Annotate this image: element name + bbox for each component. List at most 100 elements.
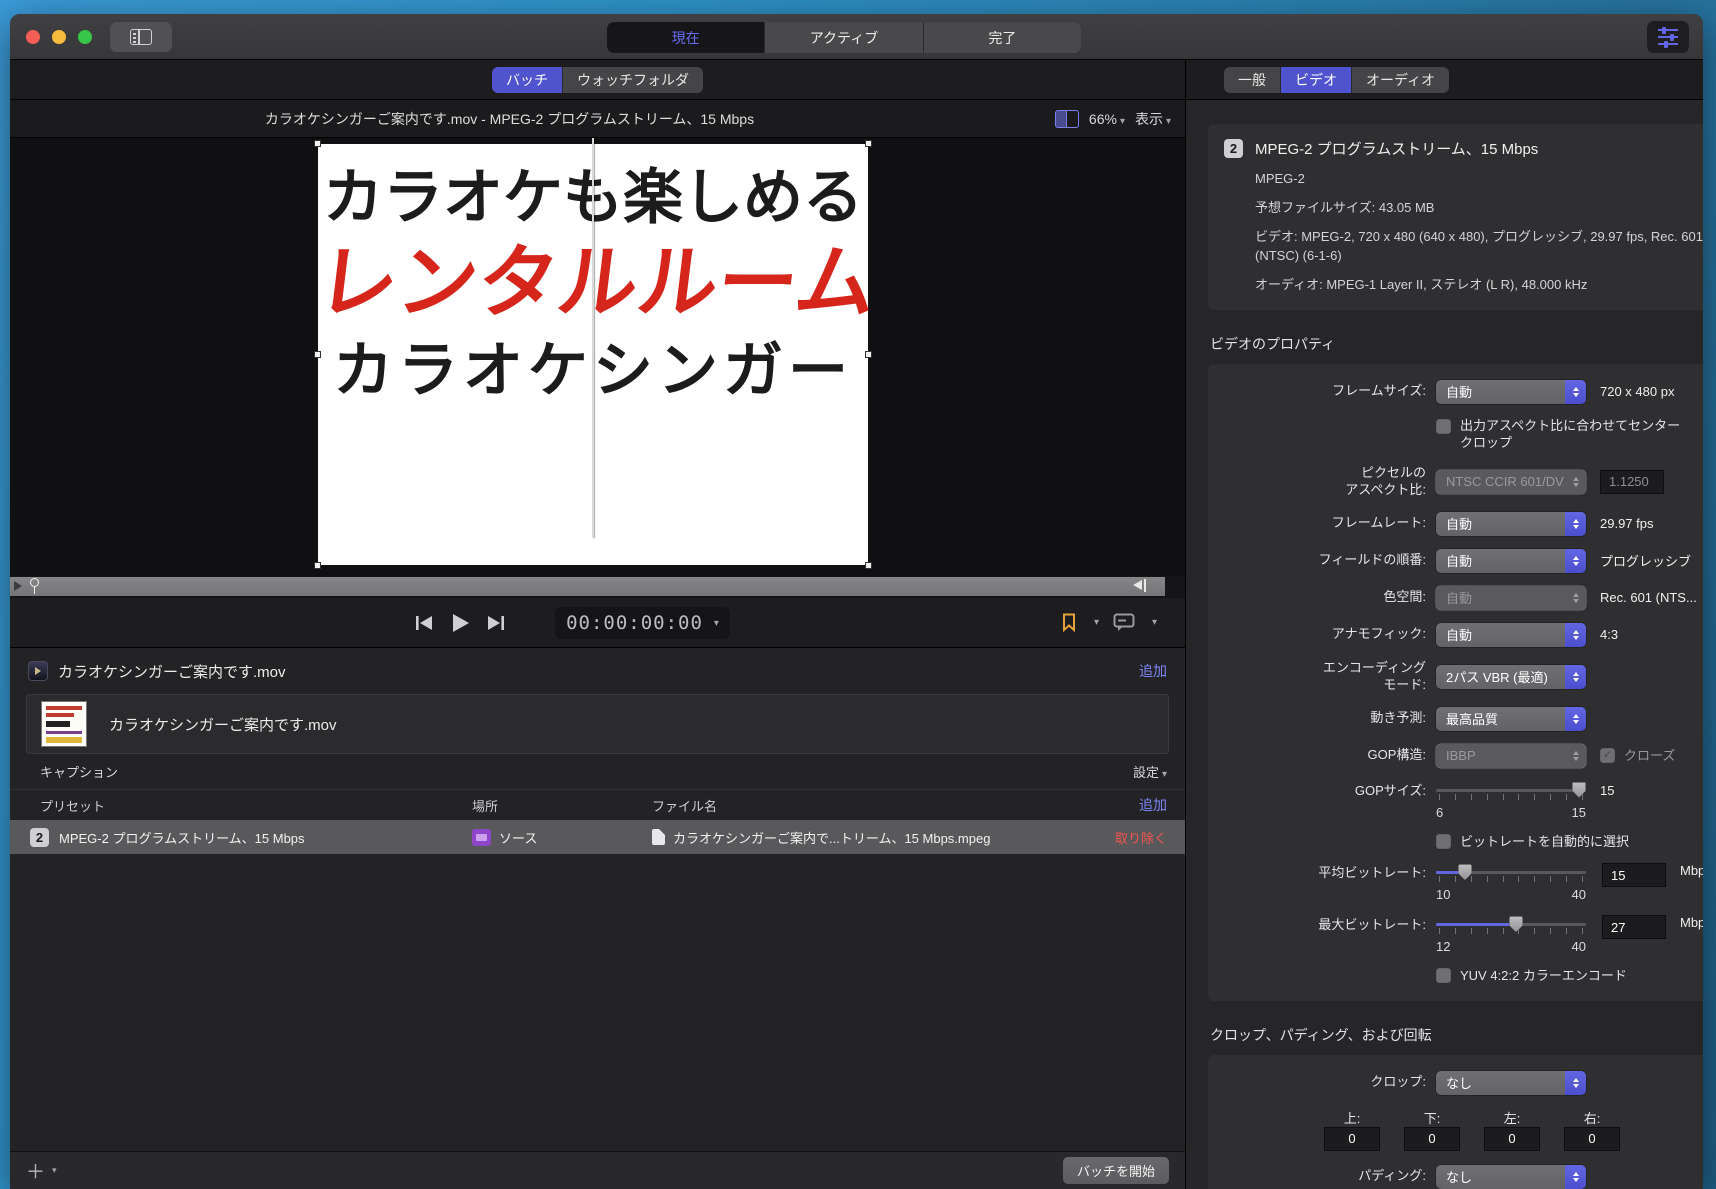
summary-format: MPEG-2	[1255, 170, 1703, 188]
avg-bitrate-slider[interactable]	[1436, 863, 1586, 883]
gop-closed-checkbox	[1600, 748, 1615, 763]
preset-name: MPEG-2 プログラムストリーム、15 Mbps	[59, 828, 305, 847]
selection-handle[interactable]	[314, 351, 321, 358]
yuv422-label: YUV 4:2:2 カラーエンコード	[1460, 967, 1627, 985]
zoom-level-dropdown[interactable]: 66%▾	[1089, 111, 1125, 127]
timeline-scrubber[interactable]	[10, 576, 1185, 598]
zoom-window-button[interactable]	[78, 30, 92, 44]
selection-handle[interactable]	[865, 351, 872, 358]
summary-count-badge: 2	[1224, 139, 1243, 158]
tab-batch[interactable]: バッチ	[492, 67, 563, 93]
inspector-pane: 一般 ビデオ オーディオ 2 MPEG-2 プログラムストリーム、15 Mbps…	[1186, 60, 1703, 1189]
inspector-tab-strip: 一般 ビデオ オーディオ	[1186, 60, 1703, 100]
caption-chevron-icon[interactable]: ▾	[1152, 617, 1157, 628]
gop-size-label: GOPサイズ:	[1224, 781, 1436, 800]
preset-row-selected[interactable]: 2 MPEG-2 プログラムストリーム、15 Mbps ソース カラオケシンガー…	[10, 820, 1185, 854]
split-view-icon[interactable]	[1055, 110, 1079, 128]
segment-completed[interactable]: 完了	[924, 22, 1081, 53]
popup-stepper-icon	[1565, 1071, 1586, 1095]
title-bar: 現在 アクティブ 完了	[10, 14, 1703, 60]
frame-rate-label: フレームレート:	[1224, 515, 1436, 532]
timecode-value: 00:00:00:00	[566, 612, 703, 634]
gop-size-slider[interactable]	[1436, 781, 1586, 801]
video-properties-card: フレームサイズ: 自動 720 x 480 px	[1208, 364, 1703, 1001]
video-preview-canvas[interactable]: カラオケも楽しめる レンタルルーム カラオケシンガー	[318, 144, 868, 565]
job-card[interactable]: カラオケシンガーご案内です.mov	[26, 694, 1169, 754]
gop-structure-label: GOP構造:	[1224, 747, 1436, 764]
padding-popup[interactable]: なし	[1436, 1165, 1586, 1189]
padding-label: パディング:	[1224, 1168, 1436, 1185]
output-file-icon	[652, 829, 665, 845]
compare-split-divider[interactable]	[592, 138, 594, 538]
inspector-toggle-button[interactable]	[1647, 21, 1689, 53]
selection-handle[interactable]	[865, 140, 872, 147]
preview-area: カラオケも楽しめる レンタルルーム カラオケシンガー	[10, 138, 1185, 576]
anamorphic-popup[interactable]: 自動	[1436, 623, 1586, 647]
location-folder-icon	[472, 829, 491, 846]
crop-right-label: 右:	[1584, 1111, 1601, 1126]
selection-handle[interactable]	[314, 140, 321, 147]
add-output-link[interactable]: 追加	[1139, 661, 1167, 681]
minimize-window-button[interactable]	[52, 30, 66, 44]
scrubber-start-marker-icon	[14, 581, 27, 591]
segment-active[interactable]: アクティブ	[765, 22, 923, 53]
color-space-detail: Rec. 601 (NTS...	[1600, 590, 1697, 605]
scrubber-track[interactable]	[10, 577, 1165, 596]
summary-video-info: ビデオ: MPEG-2, 720 x 480 (640 x 480), プログレ…	[1255, 228, 1703, 264]
batch-list: カラオケシンガーご案内です.mov 追加 カラオケシンガーご案内です.mov キ…	[10, 648, 1185, 1189]
popup-stepper-icon	[1565, 380, 1586, 404]
caption-settings-dropdown[interactable]: 設定▾	[1133, 762, 1167, 781]
crop-popup[interactable]: なし	[1436, 1071, 1586, 1095]
color-space-label: 色空間:	[1224, 589, 1436, 606]
tab-watch-folder[interactable]: ウォッチフォルダ	[563, 67, 703, 93]
gop-size-min: 6	[1436, 805, 1443, 820]
crop-right-field[interactable]: 0	[1564, 1127, 1620, 1151]
marker-chevron-icon[interactable]: ▾	[1094, 617, 1099, 628]
segment-current[interactable]: 現在	[607, 22, 765, 53]
avg-bitrate-max: 40	[1572, 887, 1586, 902]
field-order-popup[interactable]: 自動	[1436, 549, 1586, 573]
tab-audio[interactable]: オーディオ	[1352, 67, 1449, 93]
caption-bubble-icon[interactable]	[1113, 613, 1135, 632]
start-batch-button[interactable]: バッチを開始	[1063, 1157, 1169, 1184]
location-value: ソース	[499, 828, 537, 847]
crop-bottom-field[interactable]: 0	[1404, 1127, 1460, 1151]
timecode-field[interactable]: 00:00:00:00 ▾	[555, 607, 730, 639]
pixel-aspect-popup: NTSC CCIR 601/DV	[1436, 470, 1586, 494]
encoding-mode-popup[interactable]: 2パス VBR (最適)	[1436, 665, 1586, 689]
previous-frame-button[interactable]	[414, 615, 434, 631]
batch-empty-area	[10, 854, 1185, 1151]
playhead-pin-icon[interactable]	[30, 578, 38, 594]
selection-handle[interactable]	[865, 562, 872, 569]
popup-stepper-icon	[1565, 744, 1586, 768]
yuv422-checkbox[interactable]	[1436, 968, 1451, 983]
center-crop-checkbox[interactable]	[1436, 419, 1451, 434]
selection-handle[interactable]	[314, 562, 321, 569]
view-dropdown[interactable]: 表示▾	[1135, 109, 1171, 129]
crop-top-field[interactable]: 0	[1324, 1127, 1380, 1151]
auto-bitrate-checkbox[interactable]	[1436, 834, 1451, 849]
preset-summary-card: 2 MPEG-2 プログラムストリーム、15 Mbps MPEG-2 予想ファイ…	[1208, 124, 1703, 310]
add-job-button[interactable]: ＋▾	[26, 1157, 57, 1184]
marker-bookmark-icon[interactable]	[1061, 613, 1077, 632]
frame-rate-popup[interactable]: 自動	[1436, 512, 1586, 536]
add-preset-link[interactable]: 追加	[1139, 795, 1167, 815]
next-frame-button[interactable]	[486, 615, 506, 631]
popup-stepper-icon	[1565, 1165, 1586, 1189]
max-bitrate-slider[interactable]	[1436, 915, 1586, 935]
motion-estimation-popup[interactable]: 最高品質	[1436, 707, 1586, 731]
crop-left-field[interactable]: 0	[1484, 1127, 1540, 1151]
preset-table-header: プリセット 場所 ファイル名 追加	[10, 790, 1185, 820]
batch-bottom-bar: ＋▾ バッチを開始	[10, 1151, 1185, 1189]
tab-video[interactable]: ビデオ	[1281, 67, 1352, 93]
field-order-detail: プログレッシブ	[1600, 551, 1691, 570]
frame-size-popup[interactable]: 自動	[1436, 380, 1586, 404]
remove-preset-link[interactable]: 取り除く	[1115, 828, 1167, 847]
play-button[interactable]	[450, 613, 470, 633]
sidebar-toggle-button[interactable]	[110, 22, 172, 52]
gop-size-max: 15	[1572, 805, 1586, 820]
close-window-button[interactable]	[26, 30, 40, 44]
tab-general[interactable]: 一般	[1224, 67, 1281, 93]
max-bitrate-field[interactable]: 27	[1602, 915, 1666, 939]
avg-bitrate-field[interactable]: 15	[1602, 863, 1666, 887]
